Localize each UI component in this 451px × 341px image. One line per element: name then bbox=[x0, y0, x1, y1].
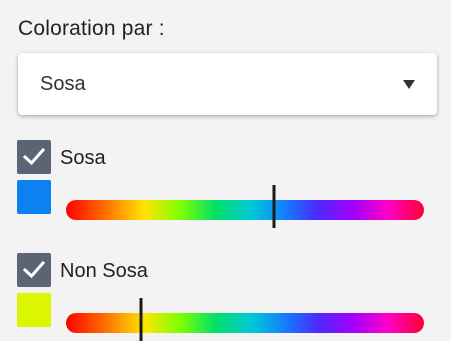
coloration-panel: Coloration par : Sosa Sosa Non Sosa bbox=[0, 0, 451, 341]
sosa-checkbox-label: Sosa bbox=[60, 147, 106, 169]
coloration-select[interactable]: Sosa bbox=[18, 53, 437, 115]
caret-down-icon bbox=[403, 80, 415, 89]
coloration-label: Coloration par : bbox=[18, 17, 165, 40]
check-icon bbox=[23, 147, 45, 166]
check-icon bbox=[23, 260, 45, 279]
non-sosa-checkbox[interactable] bbox=[17, 253, 51, 287]
non-sosa-slider-handle[interactable] bbox=[139, 298, 143, 341]
non-sosa-checkbox-label: Non Sosa bbox=[60, 260, 148, 282]
sosa-gradient-slider[interactable] bbox=[66, 185, 424, 228]
sosa-color-swatch[interactable] bbox=[17, 180, 51, 214]
sosa-slider-handle[interactable] bbox=[272, 185, 276, 228]
sosa-checkbox[interactable] bbox=[17, 140, 51, 174]
coloration-select-value: Sosa bbox=[40, 73, 86, 95]
non-sosa-color-swatch[interactable] bbox=[17, 293, 51, 327]
non-sosa-gradient-slider[interactable] bbox=[66, 298, 424, 341]
